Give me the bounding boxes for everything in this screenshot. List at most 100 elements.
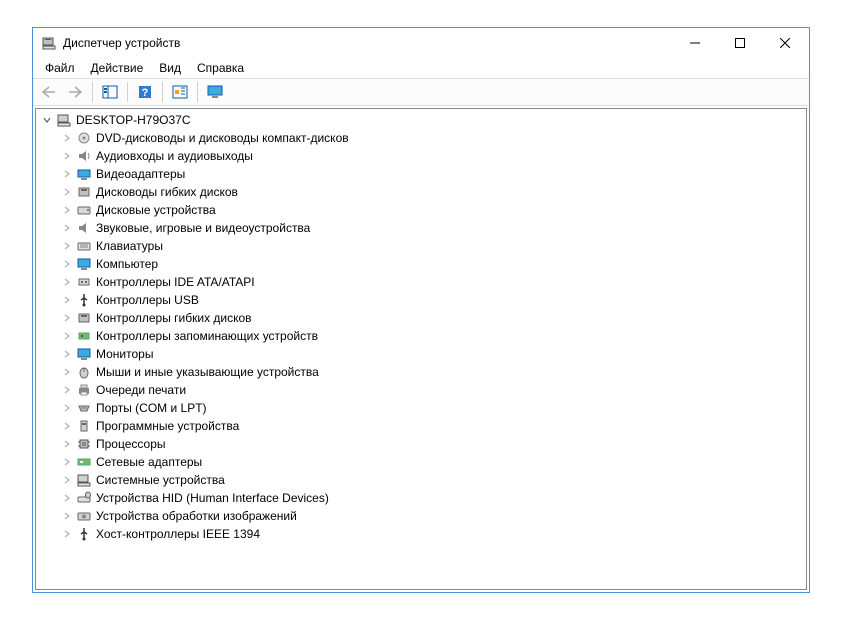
tree-item-label: Контроллеры запоминающих устройств	[96, 329, 318, 343]
tree-item-audio-io[interactable]: Аудиовходы и аудиовыходы	[36, 147, 806, 165]
tree-item-ports[interactable]: Порты (COM и LPT)	[36, 399, 806, 417]
tree-item-keyboards[interactable]: Клавиатуры	[36, 237, 806, 255]
chevron-right-icon[interactable]	[60, 167, 74, 181]
tree-item-computer[interactable]: Компьютер	[36, 255, 806, 273]
chevron-right-icon[interactable]	[60, 419, 74, 433]
scan-hardware-button[interactable]	[168, 81, 192, 103]
chevron-right-icon[interactable]	[60, 275, 74, 289]
tree-item-processors[interactable]: Процессоры	[36, 435, 806, 453]
chevron-right-icon[interactable]	[60, 329, 74, 343]
software-device-icon	[76, 418, 92, 434]
chevron-down-icon[interactable]	[40, 113, 54, 127]
tree-item-label: Контроллеры гибких дисков	[96, 311, 252, 325]
tree-item-hid[interactable]: Устройства HID (Human Interface Devices)	[36, 489, 806, 507]
chevron-right-icon[interactable]	[60, 491, 74, 505]
keyboard-icon	[76, 238, 92, 254]
tree-item-mice[interactable]: Мыши и иные указывающие устройства	[36, 363, 806, 381]
system-device-icon	[76, 472, 92, 488]
tree-item-floppy-drives[interactable]: Дисководы гибких дисков	[36, 183, 806, 201]
tree-item-disk-drives[interactable]: Дисковые устройства	[36, 201, 806, 219]
chevron-right-icon[interactable]	[60, 509, 74, 523]
chevron-right-icon[interactable]	[60, 365, 74, 379]
ieee1394-icon	[76, 526, 92, 542]
chevron-right-icon[interactable]	[60, 401, 74, 415]
tree-item-imaging-devices[interactable]: Устройства обработки изображений	[36, 507, 806, 525]
chevron-right-icon[interactable]	[60, 437, 74, 451]
minimize-button[interactable]	[672, 29, 717, 58]
menu-file[interactable]: Файл	[37, 59, 83, 77]
window-title: Диспетчер устройств	[63, 36, 672, 50]
tree-item-monitors[interactable]: Мониторы	[36, 345, 806, 363]
show-hide-tree-button[interactable]	[98, 81, 122, 103]
tree-item-floppy-controllers[interactable]: Контроллеры гибких дисков	[36, 309, 806, 327]
chevron-right-icon[interactable]	[60, 239, 74, 253]
chevron-right-icon[interactable]	[60, 149, 74, 163]
close-button[interactable]	[762, 29, 807, 58]
floppy-controller-icon	[76, 310, 92, 326]
tree-root[interactable]: DESKTOP-H79O37C	[36, 111, 806, 129]
chevron-right-icon[interactable]	[60, 203, 74, 217]
tree-item-label: Аудиовходы и аудиовыходы	[96, 149, 253, 163]
audio-icon	[76, 148, 92, 164]
tree-item-label: Сетевые адаптеры	[96, 455, 202, 469]
disk-drive-icon	[76, 202, 92, 218]
maximize-button[interactable]	[717, 29, 762, 58]
forward-button	[63, 81, 87, 103]
monitor-button[interactable]	[203, 81, 227, 103]
chevron-right-icon[interactable]	[60, 383, 74, 397]
menu-view[interactable]: Вид	[151, 59, 189, 77]
chevron-right-icon[interactable]	[60, 257, 74, 271]
tree-item-sound-video-game[interactable]: Звуковые, игровые и видеоустройства	[36, 219, 806, 237]
chevron-right-icon[interactable]	[60, 293, 74, 307]
ide-controller-icon	[76, 274, 92, 290]
tree-item-usb-controllers[interactable]: Контроллеры USB	[36, 291, 806, 309]
tree-item-label: Компьютер	[96, 257, 158, 271]
tree-item-ide-controllers[interactable]: Контроллеры IDE ATA/ATAPI	[36, 273, 806, 291]
device-tree[interactable]: DESKTOP-H79O37C DVD-дисководы и дисковод…	[36, 109, 806, 545]
tree-item-system-devices[interactable]: Системные устройства	[36, 471, 806, 489]
tree-item-display-adapters[interactable]: Видеоадаптеры	[36, 165, 806, 183]
tree-item-label: Мониторы	[96, 347, 153, 361]
tree-item-label: Видеоадаптеры	[96, 167, 185, 181]
tree-item-label: Системные устройства	[96, 473, 225, 487]
tree-item-label: Дисковые устройства	[96, 203, 216, 217]
chevron-right-icon[interactable]	[60, 221, 74, 235]
mouse-icon	[76, 364, 92, 380]
hid-icon	[76, 490, 92, 506]
tree-item-print-queues[interactable]: Очереди печати	[36, 381, 806, 399]
cpu-icon	[76, 436, 92, 452]
chevron-right-icon[interactable]	[60, 311, 74, 325]
tree-item-label: Дисководы гибких дисков	[96, 185, 238, 199]
floppy-drive-icon	[76, 184, 92, 200]
help-button[interactable]: ?	[133, 81, 157, 103]
chevron-right-icon[interactable]	[60, 455, 74, 469]
storage-controller-icon	[76, 328, 92, 344]
chevron-right-icon[interactable]	[60, 347, 74, 361]
tree-item-storage-controllers[interactable]: Контроллеры запоминающих устройств	[36, 327, 806, 345]
titlebar[interactable]: Диспетчер устройств	[33, 28, 809, 58]
device-manager-window: Диспетчер устройств Файл Действие Вид Сп…	[32, 27, 810, 593]
chevron-right-icon[interactable]	[60, 527, 74, 541]
tree-item-software-devices[interactable]: Программные устройства	[36, 417, 806, 435]
menu-help[interactable]: Справка	[189, 59, 252, 77]
tree-item-dvd-drives[interactable]: DVD-дисководы и дисководы компакт-дисков	[36, 129, 806, 147]
tree-item-label: Процессоры	[96, 437, 166, 451]
menubar: Файл Действие Вид Справка	[33, 58, 809, 78]
toolbar-separator	[92, 82, 93, 102]
port-icon	[76, 400, 92, 416]
chevron-right-icon[interactable]	[60, 185, 74, 199]
usb-icon	[76, 292, 92, 308]
tree-item-label: Клавиатуры	[96, 239, 163, 253]
tree-item-ieee1394[interactable]: Хост-контроллеры IEEE 1394	[36, 525, 806, 543]
monitor-icon	[76, 346, 92, 362]
back-button	[37, 81, 61, 103]
tree-item-network-adapters[interactable]: Сетевые адаптеры	[36, 453, 806, 471]
monitor-icon	[76, 256, 92, 272]
app-icon	[41, 35, 57, 51]
tree-item-label: Мыши и иные указывающие устройства	[96, 365, 319, 379]
chevron-right-icon[interactable]	[60, 131, 74, 145]
menu-action[interactable]: Действие	[83, 59, 152, 77]
tree-item-label: Хост-контроллеры IEEE 1394	[96, 527, 260, 541]
imaging-device-icon	[76, 508, 92, 524]
chevron-right-icon[interactable]	[60, 473, 74, 487]
